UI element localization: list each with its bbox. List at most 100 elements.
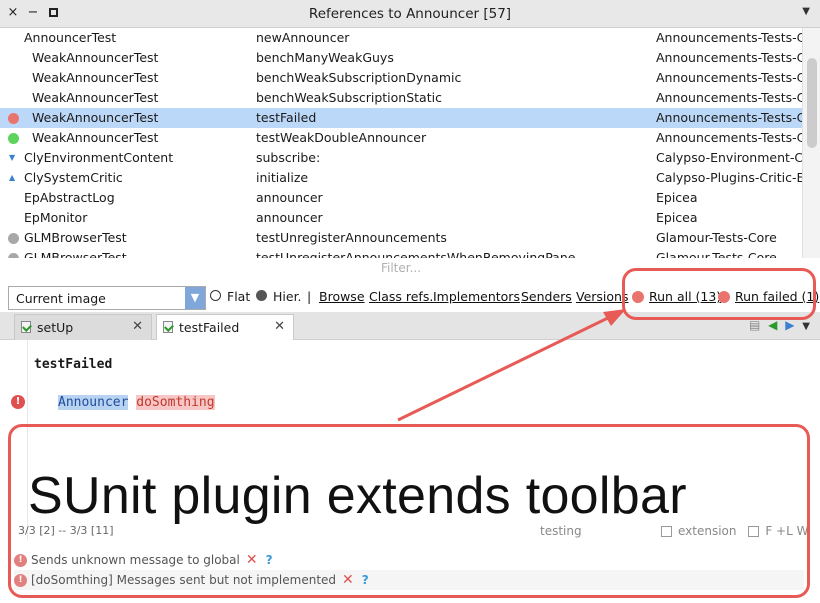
result-row[interactable]: GLMBrowserTest testUnregisterAnnouncement… <box>0 248 802 258</box>
protocol-field[interactable]: testing <box>540 524 582 538</box>
error-icon[interactable]: ! <box>11 395 25 409</box>
help-icon[interactable]: ? <box>362 573 369 587</box>
class-name: WeakAnnouncerTest <box>32 70 159 85</box>
results-scrollbar[interactable] <box>802 28 820 258</box>
result-row[interactable]: ▲ ClySystemCritic initialize Calypso-Plugin… <box>0 168 802 188</box>
cursor-position: 3/3 [2] -- 3/3 [11] <box>18 524 114 537</box>
editor-gutter <box>0 340 28 540</box>
package-name: Epicea <box>656 210 698 225</box>
selector-name: benchWeakSubscriptionStatic <box>256 90 442 105</box>
code-editor[interactable]: testFailed ! Announcer doSomthing <box>0 340 820 540</box>
result-row[interactable]: WeakAnnouncerTest testWeakDoubleAnnouncer… <box>0 128 802 148</box>
result-row[interactable]: ▼ ClyEnvironmentContent subscribe: Calypso-… <box>0 148 802 168</box>
selector-name: announcer <box>256 210 323 225</box>
critic-message: ! [doSomthing] Messages sent but not impl… <box>14 570 804 590</box>
run-failed-button[interactable]: Run failed (1) <box>735 289 819 304</box>
scrollbar-thumb[interactable] <box>807 58 817 148</box>
tab-setup[interactable]: setUp ✕ <box>14 314 152 340</box>
test-status-icon[interactable] <box>8 253 19 258</box>
test-status-icon[interactable] <box>8 113 19 124</box>
tab-label: setUp <box>37 320 74 335</box>
tab-testfailed[interactable]: testFailed ✕ <box>156 314 294 340</box>
package-name: Announcements-Tests-Core <box>656 70 802 85</box>
close-icon[interactable]: ✕ <box>274 319 285 334</box>
forward-arrow-icon[interactable]: ▶ <box>785 318 796 332</box>
selector-name: subscribe: <box>256 150 321 165</box>
back-arrow-icon[interactable]: ◀ <box>768 318 779 332</box>
package-name: Glamour-Tests-Core <box>656 230 777 245</box>
test-method-icon <box>163 321 173 333</box>
selector-name: testFailed <box>256 110 317 125</box>
code-line: Announcer doSomthing <box>58 395 215 410</box>
selector-name: initialize <box>256 170 309 185</box>
result-row[interactable]: GLMBrowserTest testUnregisterAnnouncement… <box>0 228 802 248</box>
result-row[interactable]: AnnouncerTest newAnnouncer Announcements-T… <box>0 28 802 48</box>
class-name: WeakAnnouncerTest <box>32 130 159 145</box>
class-name: ClySystemCritic <box>24 170 123 185</box>
run-all-status-icon <box>632 291 644 303</box>
filter-input[interactable]: Filter... <box>0 261 802 275</box>
chevron-down-icon[interactable]: ▼ <box>802 321 812 332</box>
unknown-message-token: doSomthing <box>136 395 215 410</box>
browse-button[interactable]: Browse <box>319 289 365 304</box>
toolbar-separator: | <box>307 289 312 304</box>
references-window: × − References to Announcer [57] ▼ Annou… <box>0 0 820 603</box>
selector-name: announcer <box>256 190 323 205</box>
class-name: EpAbstractLog <box>24 190 115 205</box>
tab-actions: ▤ ◀ ▶ ▼ <box>749 318 812 332</box>
dismiss-icon[interactable]: ✕ <box>246 552 258 568</box>
scope-value: Current image <box>16 291 106 306</box>
error-icon: ! <box>14 554 27 567</box>
scope-dropdown[interactable]: Current image ▼ <box>8 286 206 310</box>
implementors-button[interactable]: Implementors <box>433 289 520 304</box>
hier-radio[interactable] <box>256 290 267 301</box>
package-name: Calypso-Environment-Core <box>656 150 802 165</box>
package-name: Announcements-Tests-Core <box>656 50 802 65</box>
result-row[interactable]: WeakAnnouncerTest benchWeakSubscriptionDy… <box>0 68 802 88</box>
results-list[interactable]: AnnouncerTest newAnnouncer Announcements-T… <box>0 28 802 258</box>
flat-radio[interactable] <box>210 290 221 301</box>
receiver-token: Announcer <box>58 395 129 410</box>
result-row[interactable]: WeakAnnouncerTest benchManyWeakGuys Announ… <box>0 48 802 68</box>
expand-down-icon[interactable]: ▼ <box>9 148 15 168</box>
result-row[interactable]: WeakAnnouncerTest testFailed Announcements… <box>0 108 802 128</box>
extension-label: extension <box>678 524 737 538</box>
package-name: Calypso-Plugins-Critic-Envi <box>656 170 802 185</box>
edit-icon[interactable]: ▤ <box>749 318 762 332</box>
collapse-up-icon[interactable]: ▲ <box>9 168 15 188</box>
run-all-button[interactable]: Run all (13) <box>649 289 721 304</box>
flags-checkbox[interactable] <box>748 526 760 537</box>
extension-checkbox[interactable] <box>661 526 672 537</box>
hier-label: Hier. <box>273 289 302 304</box>
test-status-icon[interactable] <box>8 233 19 244</box>
critic-text: [doSomthing] Messages sent but not imple… <box>31 573 337 587</box>
help-icon[interactable]: ? <box>266 553 273 567</box>
senders-button[interactable]: Senders <box>521 289 572 304</box>
selector-name: testUnregisterAnnouncements <box>256 230 447 245</box>
result-row[interactable]: EpMonitor announcer Epicea <box>0 208 802 228</box>
package-name: Announcements-Tests-Core <box>656 90 802 105</box>
selector-name: testUnregisterAnnouncementsWhenRemovingP… <box>256 250 576 258</box>
class-name: WeakAnnouncerTest <box>32 90 159 105</box>
chevron-down-icon[interactable]: ▼ <box>185 287 205 309</box>
test-status-icon[interactable] <box>8 133 19 144</box>
close-icon[interactable]: ✕ <box>132 319 143 334</box>
selector-name: newAnnouncer <box>256 30 350 45</box>
versions-button[interactable]: Versions <box>576 289 628 304</box>
extension-options: extension F +L W <box>661 524 808 538</box>
selector-name: testWeakDoubleAnnouncer <box>256 130 427 145</box>
dismiss-icon[interactable]: ✕ <box>342 572 354 588</box>
query-toolbar: Current image ▼ Flat Hier. | Browse Clas… <box>0 282 820 312</box>
class-refs-button[interactable]: Class refs. <box>369 289 433 304</box>
package-name: Glamour-Tests-Core <box>656 250 777 258</box>
package-name: Announcements-Tests-Core <box>656 30 802 45</box>
window-menu-icon[interactable]: ▼ <box>802 6 810 17</box>
error-icon: ! <box>14 574 27 587</box>
selector-name: benchManyWeakGuys <box>256 50 394 65</box>
result-row[interactable]: WeakAnnouncerTest benchWeakSubscriptionSt… <box>0 88 802 108</box>
class-name: ClyEnvironmentContent <box>24 150 174 165</box>
tab-label: testFailed <box>179 320 240 335</box>
class-name: GLMBrowserTest <box>24 250 127 258</box>
package-name: Epicea <box>656 190 698 205</box>
result-row[interactable]: EpAbstractLog announcer Epicea <box>0 188 802 208</box>
